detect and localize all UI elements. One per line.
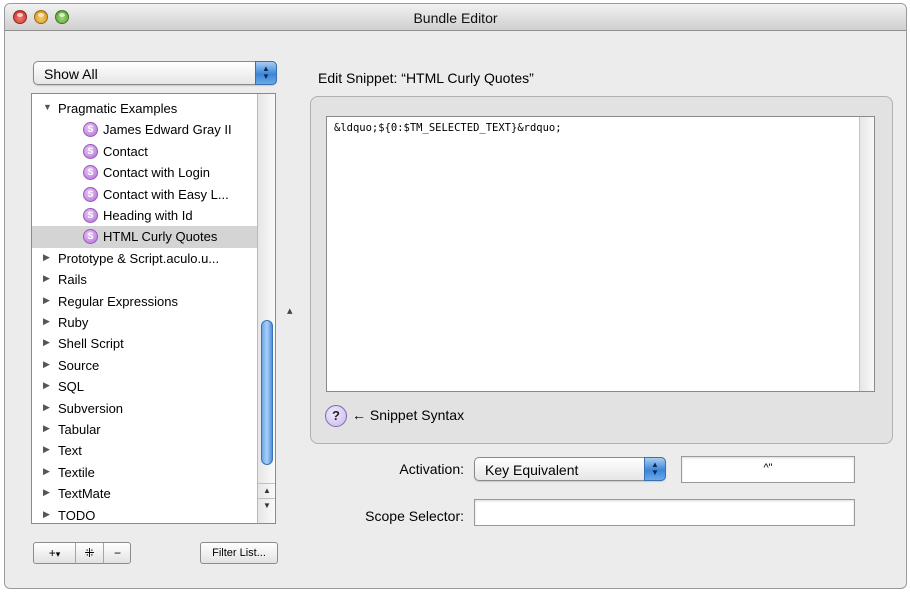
key-equivalent-field[interactable]: ^" [681,456,855,483]
chevron-down-icon: ▾ [55,549,61,559]
list-item-label: Textile [58,464,95,480]
disclosure-closed-icon[interactable]: ▶ [43,337,50,348]
activation-popup[interactable]: Key Equivalent ▲ ▼ [474,457,666,481]
disclosure-closed-icon[interactable]: ▶ [43,466,50,477]
list-item-bundle[interactable]: ▶ Subversion [32,398,257,419]
disclosure-closed-icon[interactable]: ▶ [43,380,50,391]
list-item-snippet[interactable]: S Contact with Login [32,162,257,183]
disclosure-open-icon[interactable]: ▼ [43,102,52,112]
list-item-bundle[interactable]: ▶ Regular Expressions [32,291,257,312]
list-item-label: Shell Script [58,336,124,352]
snippet-syntax-label: Snippet Syntax [369,407,465,423]
disclosure-closed-icon[interactable]: ▶ [43,509,50,520]
list-item-label: Contact with Easy L... [103,186,229,202]
bundle-filter-popup[interactable]: Show All ▲ ▼ [33,61,277,85]
popup-arrows-icon: ▲ ▼ [255,61,277,85]
list-item-snippet[interactable]: S Heading with Id [32,205,257,226]
snippet-icon: S [83,229,98,245]
help-icon: ? [332,408,340,423]
snippet-icon: S [83,208,98,223]
scope-selector-field[interactable] [474,499,855,526]
item-actions-segmented-control: +▾ ⁜ − [33,542,131,564]
arrow-left-icon: ← [352,407,366,423]
scroll-down-arrow-icon[interactable]: ▼ [258,498,275,512]
snippet-icon: S [83,143,98,159]
disclosure-closed-icon[interactable]: ▶ [43,273,50,284]
remove-item-button[interactable]: − [104,543,131,563]
disclosure-closed-icon[interactable]: ▶ [43,487,50,498]
list-item-label: Text [58,443,82,459]
help-button[interactable]: ? [325,405,347,427]
list-scrollbar[interactable]: ▲ ▼ [257,94,275,523]
snippet-editor[interactable]: &ldquo;${0:$TM_SELECTED_TEXT}&rdquo; [326,116,875,392]
list-item-snippet[interactable]: S Contact [32,141,257,162]
list-item-bundle[interactable]: ▶ Ruby [32,312,257,333]
list-item-bundle[interactable]: ▶ Source [32,355,257,376]
list-item-label: Contact [103,143,148,159]
list-item-label: TextMate [58,486,111,502]
key-equivalent-value: ^" [763,462,773,474]
list-item-bundle[interactable]: ▶ SQL [32,376,257,397]
list-item-label: Subversion [58,400,124,416]
list-item-bundle[interactable]: ▶ Tabular [32,419,257,440]
title-bar[interactable]: Bundle Editor [5,4,906,31]
bundle-filter-value: Show All [44,66,98,82]
activation-label: Activation: [399,461,464,477]
activation-value: Key Equivalent [485,462,579,478]
list-item-snippet[interactable]: S James Edward Gray II [32,119,257,140]
add-item-menu-button[interactable]: +▾ [34,543,76,563]
plus-icon: + [48,546,56,560]
list-item-bundle[interactable]: ▶ TODO [32,505,257,523]
add-group-button[interactable]: ⁜ [76,543,104,563]
list-item-label: TODO [58,507,96,523]
list-item-bundle[interactable]: ▶ Textile [32,462,257,483]
disclosure-closed-icon[interactable]: ▶ [43,295,50,306]
snippet-icon: S [83,122,98,138]
page-title: Edit Snippet: “HTML Curly Quotes” [318,70,534,86]
list-item-label: Source [58,357,100,373]
list-item-label: Ruby [58,315,89,330]
disclosure-closed-icon[interactable]: ▶ [43,444,50,455]
list-item-label: Rails [58,272,87,288]
list-item-bundle[interactable]: ▶ Rails [32,269,257,290]
list-item-bundle[interactable]: ▶ Prototype & Script.aculo.u... [32,248,257,269]
snippet-text[interactable]: &ldquo;${0:$TM_SELECTED_TEXT}&rdquo; [334,122,562,134]
scope-selector-label: Scope Selector: [365,508,464,524]
add-group-icon: ⁜ [84,546,95,560]
list-item-label: HTML Curly Quotes [103,229,218,245]
filter-list-button[interactable]: Filter List... [200,542,278,564]
list-item-pragmatic-examples[interactable]: ▼ Pragmatic Examples [32,98,257,119]
snippet-icon: S [83,165,98,181]
list-item-bundle[interactable]: ▶ Shell Script [32,333,257,354]
disclosure-closed-icon[interactable]: ▶ [43,316,50,327]
snippet-syntax-link[interactable]: ← Snippet Syntax [352,407,464,423]
list-item-snippet[interactable]: S Contact with Easy L... [32,184,257,205]
bundle-item-list[interactable]: ▼ Pragmatic Examples S James Edward Gray… [31,93,276,524]
window-title: Bundle Editor [413,10,498,26]
disclosure-closed-icon[interactable]: ▶ [43,423,50,434]
disclosure-closed-icon[interactable]: ▶ [43,359,50,370]
list-item-label: Pragmatic Examples [58,101,178,116]
popup-arrows-icon: ▲ ▼ [644,457,666,481]
snippet-icon: S [83,186,98,202]
list-item-label: SQL [58,379,85,395]
list-item-label: Contact with Login [103,165,210,181]
split-view-divider-handle[interactable]: ▴ [287,304,293,317]
list-item-snippet-selected[interactable]: S HTML Curly Quotes [32,226,257,248]
filter-list-label: Filter List... [212,547,266,559]
list-item-label: James Edward Gray II [103,122,232,138]
list-item-label: Regular Expressions [58,293,178,309]
list-item-bundle[interactable]: ▶ TextMate [32,483,257,504]
list-item-label: Heading with Id [103,208,193,223]
disclosure-closed-icon[interactable]: ▶ [43,402,50,413]
list-item-label: Prototype & Script.aculo.u... [58,250,220,266]
list-item-label: Tabular [58,422,101,437]
minus-icon: − [113,546,121,560]
list-item-bundle[interactable]: ▶ Text [32,440,257,461]
disclosure-closed-icon[interactable]: ▶ [43,252,50,263]
scrollbar-thumb[interactable] [261,320,273,465]
editor-scrollbar[interactable] [859,117,874,391]
scroll-up-arrow-icon[interactable]: ▲ [258,483,275,497]
